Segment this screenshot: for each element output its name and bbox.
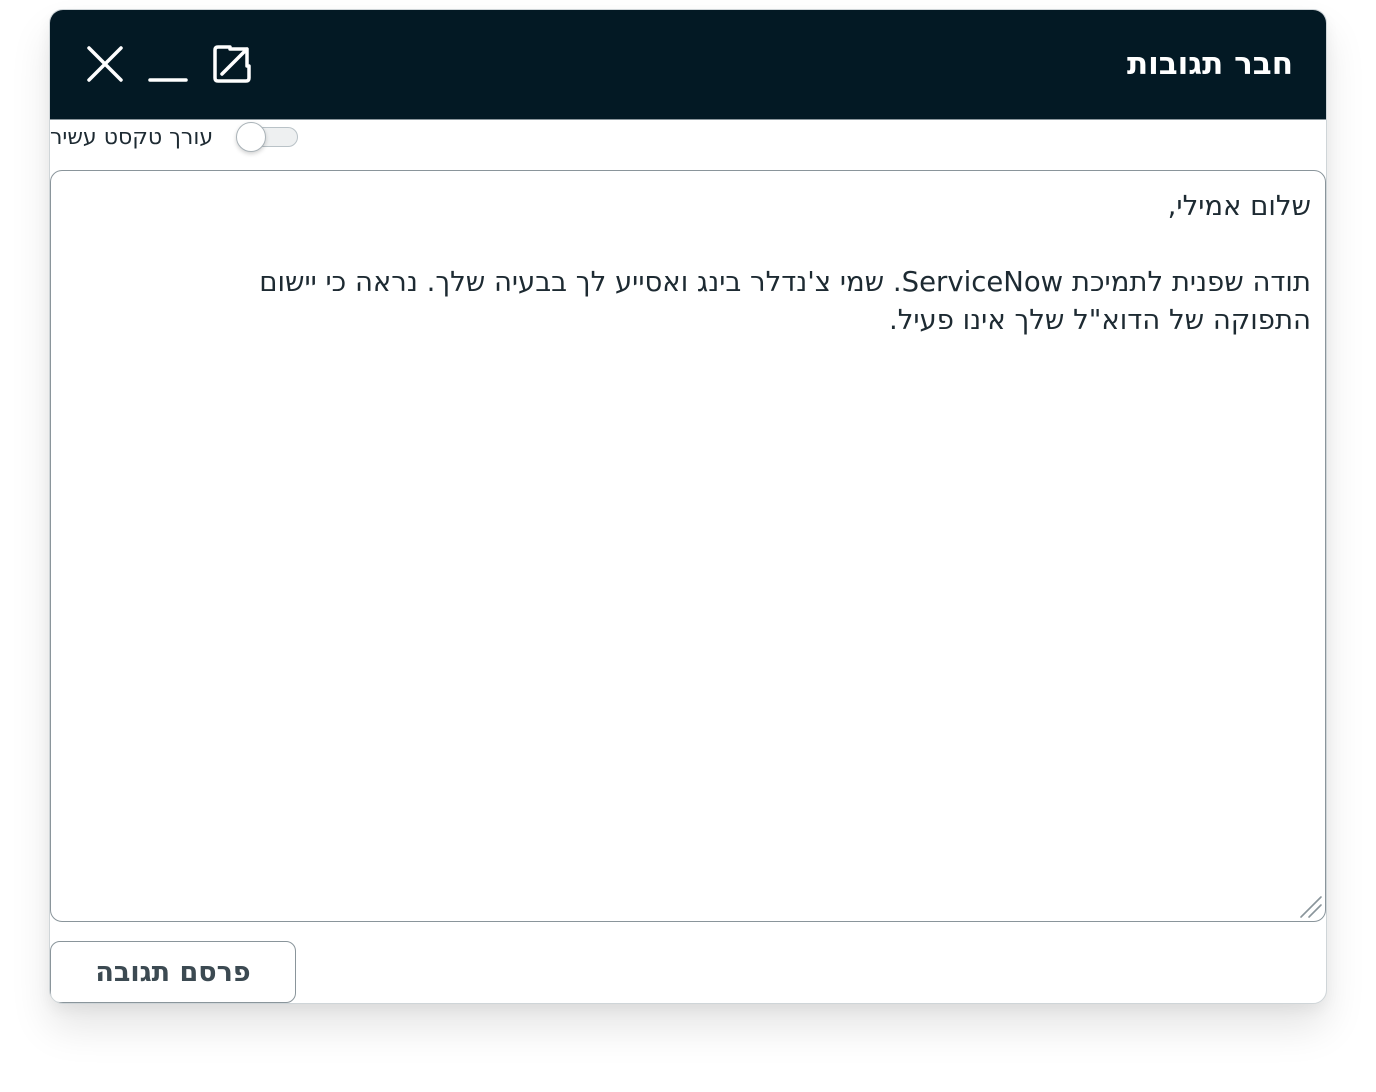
post-reply-button[interactable]: פרסם תגובה <box>50 941 296 1003</box>
resize-handle[interactable] <box>1297 893 1323 919</box>
minimize-icon <box>148 78 188 82</box>
rich-text-toggle-label: עורך טקסט עשיר <box>50 125 214 150</box>
reply-composer: חבר תגובות עורך טקסט עשיר שלום אמילי, תו… <box>49 9 1327 1004</box>
reply-text: שלום אמילי, תודה שפנית לתמיכת ServiceNow… <box>121 187 1311 339</box>
post-reply-label: פרסם תגובה <box>95 956 251 988</box>
composer-title: חבר תגובות <box>1126 46 1293 82</box>
reply-textarea[interactable]: שלום אמילי, תודה שפנית לתמיכת ServiceNow… <box>50 170 1326 922</box>
rich-text-toggle-row: עורך טקסט עשיר <box>50 122 350 154</box>
reply-body-line-2: התפוקה של הדוא"ל שלך אינו פעיל. <box>889 304 1311 336</box>
resize-grip-icon <box>1300 896 1322 918</box>
reply-body-line-1: תודה שפנית לתמיכת ServiceNow. שמי צ'נדלר… <box>259 266 1311 298</box>
close-icon <box>87 46 123 82</box>
popout-button[interactable] <box>208 40 256 88</box>
toggle-knob <box>236 122 266 152</box>
minimize-button[interactable] <box>144 40 192 88</box>
reply-greeting: שלום אמילי, <box>1167 190 1311 222</box>
composer-header: חבר תגובות <box>50 10 1326 120</box>
close-button[interactable] <box>81 40 129 88</box>
popout-icon <box>213 45 251 83</box>
rich-text-toggle[interactable] <box>236 122 300 154</box>
